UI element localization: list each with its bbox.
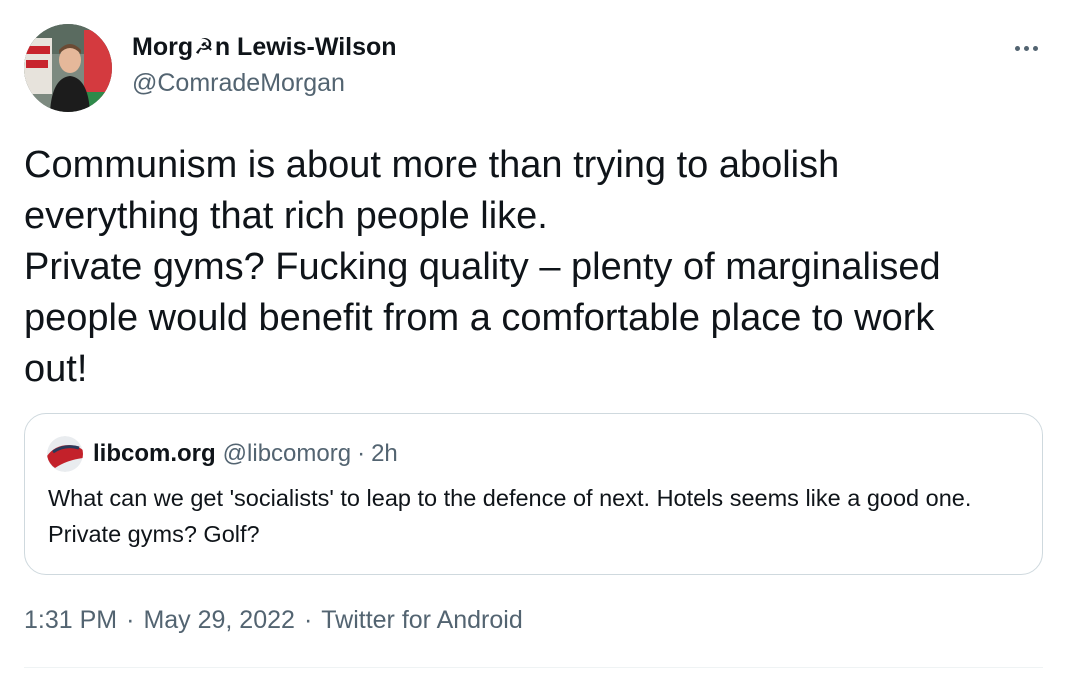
tweet: Morg ☭ n Lewis-Wilson @ComradeMorgan Commu…: [0, 0, 1084, 686]
quoted-handle[interactable]: @libcomorg: [223, 440, 351, 468]
tweet-metadata: 1:31 PM · May 29, 2022 · Twitter for And…: [24, 606, 523, 635]
quoted-tweet[interactable]: libcom.org @libcomorg · 2h What can we g…: [24, 413, 1043, 575]
more-options-button[interactable]: [1008, 30, 1044, 66]
quoted-author-avatar[interactable]: [47, 436, 83, 472]
display-name-part2: n Lewis-Wilson: [214, 33, 397, 61]
quoted-timestamp[interactable]: 2h: [371, 440, 398, 468]
tweet-time[interactable]: 1:31 PM: [24, 606, 117, 635]
quoted-separator: ·: [357, 440, 366, 467]
meta-separator: ·: [303, 606, 313, 634]
author-avatar-image: [24, 24, 112, 112]
more-horizontal-icon-dot: [1023, 45, 1029, 51]
author-handle[interactable]: @ComradeMorgan: [132, 66, 397, 100]
display-name-part1: Morg: [132, 33, 194, 61]
quoted-tweet-header: libcom.org @libcomorg · 2h: [47, 436, 398, 472]
author-display-name[interactable]: Morg ☭ n Lewis-Wilson: [132, 30, 397, 64]
divider: [24, 667, 1043, 668]
quoted-display-name[interactable]: libcom.org: [93, 440, 216, 468]
tweet-text: Communism is about more than trying to a…: [24, 144, 941, 390]
tweet-date[interactable]: May 29, 2022: [143, 606, 295, 635]
quoted-author-avatar-image: [47, 436, 83, 472]
hammer-sickle-icon: ☭: [194, 34, 214, 59]
author-names: Morg ☭ n Lewis-Wilson @ComradeMorgan: [132, 30, 397, 100]
meta-separator: ·: [126, 606, 135, 634]
tweet-source[interactable]: Twitter for Android: [321, 606, 522, 635]
more-horizontal-icon: [1014, 45, 1020, 51]
author-avatar[interactable]: [24, 24, 112, 112]
more-horizontal-icon-dot: [1032, 45, 1038, 51]
quoted-tweet-text: What can we get 'socialists' to leap to …: [48, 485, 972, 547]
